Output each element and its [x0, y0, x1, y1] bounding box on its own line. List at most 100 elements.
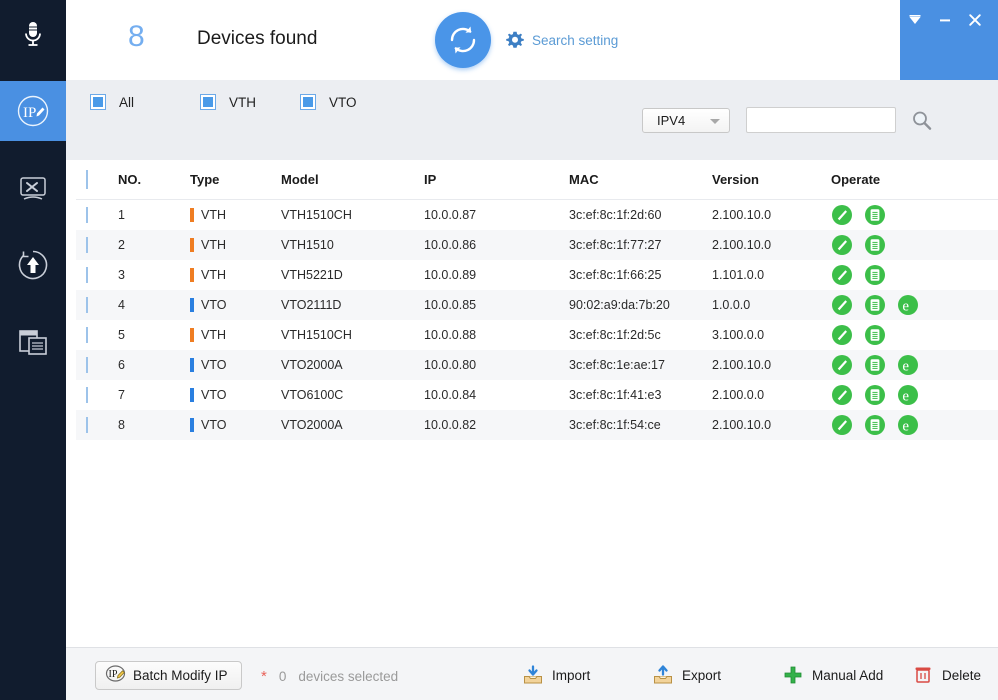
- cell-mac: 90:02:a9:da:7b:20: [569, 298, 670, 312]
- cell-version: 2.100.10.0: [712, 358, 772, 372]
- manual-add-button[interactable]: Manual Add: [783, 665, 883, 685]
- close-button[interactable]: [964, 9, 986, 31]
- cell-mac: 3c:ef:8c:1f:66:25: [569, 268, 662, 282]
- table-row[interactable]: 2 VTH VTH1510 10.0.0.86 3c:ef:8c:1f:77:27 2.1…: [76, 230, 998, 260]
- web-browser-icon[interactable]: e: [897, 354, 919, 376]
- checkbox-row[interactable]: [86, 297, 88, 313]
- refresh-button[interactable]: [435, 12, 491, 68]
- web-browser-icon[interactable]: e: [897, 414, 919, 436]
- microphone-icon: [14, 15, 52, 53]
- export-button[interactable]: Export: [653, 665, 721, 685]
- details-icon[interactable]: [864, 234, 886, 256]
- edit-icon[interactable]: [831, 294, 853, 316]
- ip-version-select[interactable]: IPV4: [642, 108, 730, 133]
- checkbox-row[interactable]: [86, 357, 88, 373]
- batch-modify-ip-label: Batch Modify IP: [133, 668, 228, 683]
- edit-icon[interactable]: [831, 384, 853, 406]
- search-setting-button[interactable]: Search setting: [506, 31, 618, 49]
- type-color-bar: [190, 268, 194, 282]
- edit-icon[interactable]: [831, 354, 853, 376]
- details-icon[interactable]: [864, 324, 886, 346]
- filter-checkbox-vth[interactable]: VTH: [200, 94, 256, 110]
- edit-icon[interactable]: [831, 234, 853, 256]
- filter-checkbox-vto[interactable]: VTO: [300, 94, 357, 110]
- checkbox-row[interactable]: [86, 327, 88, 343]
- cell-model: VTH5221D: [281, 268, 343, 282]
- checkbox-all[interactable]: [90, 94, 106, 110]
- row-select-cell[interactable]: [76, 207, 118, 223]
- cell-model: VTH1510: [281, 238, 334, 252]
- table-row[interactable]: 7 VTO VTO6100C 10.0.0.84 3c:ef:8c:1f:41:e3 2.…: [76, 380, 998, 410]
- minimize-button[interactable]: [934, 9, 956, 31]
- details-icon[interactable]: [864, 414, 886, 436]
- selected-suffix: devices selected: [298, 669, 399, 684]
- checkbox-vto[interactable]: [300, 94, 316, 110]
- chevron-down-icon: [710, 119, 720, 124]
- sidebar-item-device-config[interactable]: [0, 158, 66, 218]
- details-icon[interactable]: [864, 384, 886, 406]
- row-select-cell[interactable]: [76, 387, 118, 403]
- row-select-cell[interactable]: [76, 417, 118, 433]
- table-row[interactable]: 5 VTH VTH1510CH 10.0.0.88 3c:ef:8c:1f:2d:5c 3…: [76, 320, 998, 350]
- row-select-cell[interactable]: [76, 357, 118, 373]
- cell-ip: 10.0.0.88: [424, 328, 477, 342]
- import-button[interactable]: Import: [523, 665, 590, 685]
- cell-ip: 10.0.0.87: [424, 208, 477, 222]
- web-browser-icon[interactable]: e: [897, 384, 919, 406]
- checkbox-row[interactable]: [86, 417, 88, 433]
- details-icon[interactable]: [864, 294, 886, 316]
- dropdown-menu-button[interactable]: [904, 9, 926, 31]
- table-row[interactable]: 3 VTH VTH5221D 10.0.0.89 3c:ef:8c:1f:66:25 1.…: [76, 260, 998, 290]
- row-select-cell[interactable]: [76, 267, 118, 283]
- edit-icon[interactable]: [831, 414, 853, 436]
- table-row[interactable]: 6 VTO VTO2000A 10.0.0.80 3c:ef:8c:1e:ae:17 2.…: [76, 350, 998, 380]
- edit-icon[interactable]: [831, 204, 853, 226]
- row-select-cell[interactable]: [76, 237, 118, 253]
- search-setting-label: Search setting: [532, 32, 619, 48]
- edit-icon[interactable]: [831, 264, 853, 286]
- delete-button[interactable]: Delete: [913, 665, 981, 685]
- checkbox-row[interactable]: [86, 267, 88, 283]
- filter-checkbox-all[interactable]: All: [90, 94, 134, 110]
- sidebar-item-device-upgrade[interactable]: [0, 235, 66, 295]
- table-row[interactable]: 8 VTO VTO2000A 10.0.0.82 3c:ef:8c:1f:54:ce 2.…: [76, 410, 998, 440]
- sidebar-item-ip-config[interactable]: IP: [0, 81, 66, 141]
- batch-modify-ip-button[interactable]: IP Batch Modify IP: [95, 661, 242, 690]
- export-label: Export: [682, 667, 722, 683]
- cell-ip: 10.0.0.89: [424, 268, 477, 282]
- cell-operate: e: [831, 294, 991, 316]
- edit-icon[interactable]: [831, 324, 853, 346]
- type-color-bar: [190, 358, 194, 372]
- details-icon[interactable]: [864, 204, 886, 226]
- search-button[interactable]: [909, 108, 935, 134]
- select-all-cell[interactable]: [76, 169, 118, 189]
- cell-model: VTO2111D: [281, 298, 342, 312]
- cell-ip: 10.0.0.86: [424, 238, 477, 252]
- cell-mac: 3c:ef:8c:1f:2d:5c: [569, 328, 661, 342]
- sidebar-item-audio-talk[interactable]: [0, 4, 66, 64]
- web-browser-icon[interactable]: e: [897, 294, 919, 316]
- cell-type: VTH: [190, 328, 281, 342]
- checkbox-vth[interactable]: [200, 94, 216, 110]
- filter-bar: All VTH VTO IPV4: [66, 80, 998, 160]
- table-row[interactable]: 4 VTO VTO2111D 10.0.0.85 90:02:a9:da:7b:20 1.…: [76, 290, 998, 320]
- selection-info: * 0 devices selected: [261, 668, 398, 685]
- checkbox-select-all[interactable]: [86, 169, 88, 189]
- search-input[interactable]: [746, 107, 896, 133]
- row-select-cell[interactable]: [76, 327, 118, 343]
- details-icon[interactable]: [864, 354, 886, 376]
- device-table: NO. Type Model IP MAC Version Operate 1 V…: [76, 160, 998, 647]
- checkbox-row[interactable]: [86, 387, 88, 403]
- column-header-type: Type: [190, 172, 220, 187]
- checkbox-row[interactable]: [86, 237, 88, 253]
- checkbox-row[interactable]: [86, 207, 88, 223]
- sidebar-item-device-list[interactable]: [0, 312, 66, 372]
- row-select-cell[interactable]: [76, 297, 118, 313]
- details-icon[interactable]: [864, 264, 886, 286]
- table-row[interactable]: 1 VTH VTH1510CH 10.0.0.87 3c:ef:8c:1f:2d:60 2…: [76, 200, 998, 230]
- type-label: VTO: [201, 388, 227, 402]
- cell-ip: 10.0.0.85: [424, 298, 477, 312]
- svg-text:e: e: [902, 298, 909, 314]
- cell-version: 2.100.0.0: [712, 388, 765, 402]
- filter-label-all: All: [119, 94, 135, 110]
